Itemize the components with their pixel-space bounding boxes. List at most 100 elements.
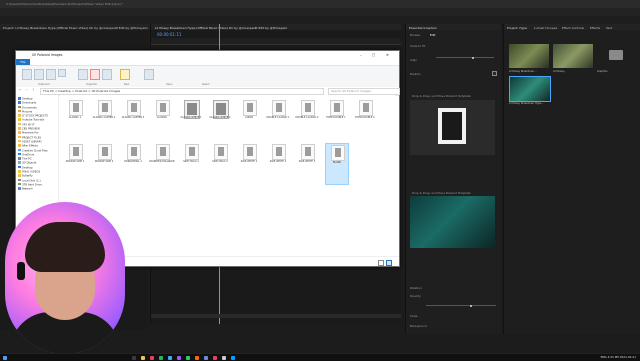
up-icon[interactable]: ↑ — [32, 88, 35, 92]
eg-layer-2[interactable]: Drop & Drag, and Move Polaroid Template — [412, 191, 471, 195]
file-name: CLASSIC CARTER 1 — [92, 116, 116, 119]
move-to-button[interactable] — [78, 69, 88, 80]
paste-button[interactable] — [46, 69, 56, 80]
close-icon[interactable]: ✕ — [386, 53, 389, 57]
eg-opacity-knob[interactable] — [470, 304, 472, 307]
file-item[interactable]: DOUBLE CLASSIC 2 — [295, 99, 319, 139]
eg-slider[interactable] — [436, 57, 494, 58]
folder-icon — [18, 161, 21, 164]
taskbar-app-icon[interactable] — [222, 355, 226, 360]
cut-button[interactable] — [58, 69, 66, 77]
forward-icon[interactable]: → — [25, 88, 28, 92]
file-name: DOUBLE SIDE 1 — [65, 160, 85, 163]
file-name: DOUBLE CLASSIC 1 — [266, 116, 290, 119]
delete-button[interactable] — [90, 69, 100, 80]
file-name: EVER DOUBLE 2 — [355, 116, 375, 119]
taskbar-app-icon[interactable] — [186, 355, 190, 360]
file-item[interactable]: DOUBLE CLASSIC 1 — [266, 99, 290, 139]
eg-slider-knob[interactable] — [472, 56, 474, 59]
file-name: SIDE HOLD 2 — [212, 160, 228, 163]
project-item-thumb[interactable] — [597, 44, 637, 68]
tab-effect-controls[interactable]: Effect Controls — [562, 26, 584, 30]
eg-opacity-slider[interactable] — [426, 305, 496, 306]
file-item[interactable]: SIDE WHITE 3 — [296, 143, 318, 183]
taskbar-app-icon[interactable] — [231, 355, 235, 360]
large-icons-view-icon[interactable] — [386, 259, 392, 266]
taskbar-app-icon[interactable] — [177, 355, 181, 360]
file-item[interactable]: CLASSIC CARTER 1 — [93, 99, 115, 139]
nav-item-label: Network — [22, 187, 33, 191]
timecode[interactable]: 00:00:01:11 — [157, 32, 181, 37]
file-item[interactable]: CLASSIC 1 — [64, 99, 86, 139]
project-item-thumb[interactable] — [553, 44, 593, 68]
file-name: SIDE WHITE 3 — [298, 160, 316, 163]
image-file-icon — [330, 100, 344, 116]
tab-project[interactable]: Project: Hype — [507, 26, 527, 30]
back-icon[interactable]: ← — [19, 88, 22, 92]
file-thumbnail — [247, 147, 253, 156]
eg-checkbox[interactable] — [492, 71, 497, 76]
tray-time[interactable]: 4:25 PM — [608, 355, 619, 359]
file-item[interactable]: BLANK — [325, 143, 349, 185]
file-item[interactable]: EVER DOUBLE 2 — [354, 99, 376, 139]
taskbar-app-icon[interactable] — [204, 355, 208, 360]
nav-item-label: After Effects — [22, 144, 38, 148]
image-file-icon — [156, 100, 170, 116]
search-input[interactable]: Search 00 Polaroid Images — [328, 88, 400, 95]
taskbar-app-icon[interactable] — [168, 355, 172, 360]
file-item[interactable]: ROUNDED POLAROID — [149, 143, 175, 183]
minimize-icon[interactable]: – — [360, 53, 362, 57]
file-item[interactable]: DOUBLE SIDE 2 — [93, 143, 115, 183]
file-item[interactable]: CLASSIC WHITE 1 — [180, 99, 202, 139]
nav-item-label: Desktop — [22, 166, 33, 169]
tab-lumetri-scopes[interactable]: Lumetri Scopes — [534, 26, 557, 30]
file-name: CLASSIC WHITE 1 — [180, 116, 202, 119]
tab-effects[interactable]: Effects — [590, 26, 600, 30]
file-item[interactable]: SIDE WHITE 2 — [267, 143, 289, 183]
file-name: SIDE WHITE 1 — [240, 160, 258, 163]
taskbar-app-icon[interactable] — [159, 355, 163, 360]
properties-button[interactable] — [144, 69, 154, 80]
file-item[interactable]: CLEAN — [238, 99, 260, 139]
sequence-tab[interactable]: Lil Mosey Breakdown Hype (Official Music… — [155, 26, 287, 30]
file-item[interactable]: SIDE WHITE 1 — [238, 143, 260, 183]
person-hair — [25, 222, 105, 272]
eg-layer-1[interactable]: Drop & Drag, and Move Polaroid Template — [412, 94, 471, 98]
file-item[interactable]: HORIZONTAL 1 — [122, 143, 144, 183]
time-ruler[interactable] — [151, 38, 401, 45]
file-item[interactable]: CLASSIC CARTER 2 — [122, 99, 144, 139]
copy-button[interactable] — [34, 69, 44, 80]
file-name: CLEAN — [245, 116, 253, 119]
tray-language[interactable]: ENG — [601, 355, 607, 359]
file-item[interactable]: CLASSIC WHITE 2 — [209, 99, 231, 139]
ribbon-group-open: Open — [166, 83, 173, 86]
address-path[interactable]: This PC > Desktop > Polaroid > 00 Polaro… — [40, 88, 324, 95]
file-item[interactable]: SIDE HOLD 1 — [180, 143, 202, 183]
start-icon[interactable] — [3, 355, 7, 360]
folder-icon — [609, 50, 623, 60]
file-item[interactable]: SIDE HOLD 2 — [209, 143, 231, 183]
details-view-icon[interactable] — [378, 259, 384, 266]
explorer-title-bar[interactable]: 00 Polaroid Images – □ ✕ — [16, 51, 399, 59]
rename-button[interactable] — [102, 69, 112, 80]
taskbar-app-icon[interactable] — [132, 355, 136, 360]
eg-tab-edit[interactable]: Edit — [430, 33, 435, 37]
taskbar-app-icon[interactable] — [195, 355, 199, 360]
project-item-thumb[interactable] — [509, 44, 549, 68]
file-item[interactable]: DOUBLE SIDE 1 — [64, 143, 86, 183]
taskbar-app-icon[interactable] — [141, 355, 145, 360]
project-item-thumb-selected[interactable] — [509, 76, 551, 102]
eg-tab-browse[interactable]: Browse — [410, 33, 420, 37]
file-item[interactable]: CLASSIC — [151, 99, 173, 139]
file-item[interactable]: EVER DOUBLE 1 — [325, 99, 347, 139]
pin-button[interactable] — [22, 69, 32, 80]
maximize-icon[interactable]: □ — [372, 53, 375, 57]
new-folder-button[interactable] — [120, 69, 130, 80]
file-thumbnail — [305, 147, 311, 156]
timeline-scrollbar[interactable] — [151, 314, 401, 318]
tray-date[interactable]: 2021-02-21 — [620, 355, 636, 359]
taskbar-app-icon[interactable] — [150, 355, 154, 360]
taskbar-app-icon[interactable] — [213, 355, 217, 360]
nav-item[interactable]: Network — [18, 187, 58, 191]
tab-text[interactable]: Text — [606, 26, 612, 30]
